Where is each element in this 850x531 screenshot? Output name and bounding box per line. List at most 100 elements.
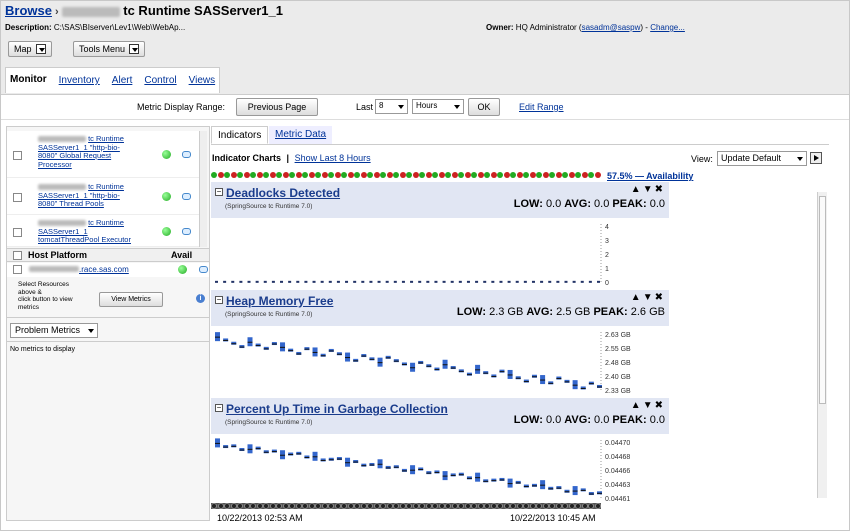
resource-link[interactable]: tc Runtime SASServer1_1 "http-bio- 8080"… <box>38 182 124 209</box>
resource-checkbox[interactable] <box>13 151 22 160</box>
host-select-all-checkbox[interactable] <box>13 251 22 260</box>
problem-metrics-select[interactable]: Problem Metrics <box>10 323 98 338</box>
availability-link[interactable]: 57.5% — Availability <box>607 171 693 181</box>
move-down-icon[interactable]: ▼ <box>643 184 655 195</box>
data-point <box>491 478 497 482</box>
list-item[interactable]: tc Runtime SASServer1_1 "http-bio- 8080"… <box>7 181 199 215</box>
breadcrumb-browse-link[interactable]: Browse <box>5 3 52 18</box>
comment-icon[interactable] <box>182 193 191 200</box>
chart-subtitle: (SpringSource tc Runtime 7.0) <box>225 203 313 210</box>
collapse-icon[interactable]: − <box>215 188 223 196</box>
timeline-dot <box>464 503 471 509</box>
data-point-average <box>491 480 497 482</box>
timeline-dot <box>386 503 393 509</box>
move-up-icon[interactable]: ▲ <box>631 292 643 303</box>
availability-dot <box>256 172 263 178</box>
chart-title[interactable]: Deadlocks Detected <box>226 186 340 200</box>
move-up-icon[interactable]: ▲ <box>631 184 643 195</box>
resource-line[interactable]: Processor <box>38 160 72 169</box>
host-platform-label: Host Platform <box>28 250 88 260</box>
chart-subtitle: (SpringSource tc Runtime 7.0) <box>225 419 313 426</box>
data-point-average <box>564 381 570 383</box>
availability-dot <box>406 172 413 178</box>
map-menu-button[interactable]: Map <box>8 41 52 57</box>
resource-line[interactable]: tomcatThreadPool Executor <box>38 235 131 244</box>
move-down-icon[interactable]: ▼ <box>643 292 655 303</box>
timeline-dot <box>588 503 595 509</box>
remove-icon[interactable]: ✖ <box>655 292 665 303</box>
move-down-icon[interactable]: ▼ <box>643 400 655 411</box>
resource-checkbox[interactable] <box>13 193 22 202</box>
comment-icon[interactable] <box>182 228 191 235</box>
tab-metric-data[interactable]: Metric Data <box>269 126 333 144</box>
tools-menu-button[interactable]: Tools Menu <box>73 41 146 57</box>
chart-title[interactable]: Heap Memory Free <box>226 294 333 308</box>
view-metrics-button[interactable]: View Metrics <box>99 292 163 307</box>
timeline-dot <box>536 503 543 509</box>
data-point-average <box>320 459 326 461</box>
tab-inventory[interactable]: Inventory <box>59 75 100 86</box>
timeline-dot <box>581 503 588 509</box>
tab-control[interactable]: Control <box>144 75 176 86</box>
owner-user-link[interactable]: sasadm@saspw <box>582 23 641 32</box>
tab-indicators[interactable]: Indicators <box>211 126 269 144</box>
resource-line[interactable]: 8080" Thread Pools <box>38 199 104 208</box>
data-point-average <box>353 360 359 362</box>
play-icon[interactable] <box>810 152 822 164</box>
host-checkbox[interactable] <box>13 265 22 274</box>
chart-scrollbar[interactable] <box>817 192 827 498</box>
list-item[interactable]: tc Runtime SASServer1_1 "http-bio- 8080"… <box>7 134 199 178</box>
chart-title[interactable]: Percent Up Time in Garbage Collection <box>226 402 448 416</box>
change-owner-link[interactable]: Change... <box>650 23 685 32</box>
unit-select[interactable]: Hours <box>412 99 464 114</box>
data-point <box>401 280 405 283</box>
resource-link[interactable]: tc Runtime SASServer1_1 "http-bio- 8080"… <box>38 134 124 169</box>
previous-page-label: Previous Page <box>247 102 307 112</box>
no-metrics-text: No metrics to display <box>10 346 75 353</box>
comment-icon[interactable] <box>182 151 191 158</box>
tab-monitor[interactable]: Monitor <box>10 74 47 87</box>
tab-views[interactable]: Views <box>189 75 216 86</box>
list-item[interactable]: tc Runtime SASServer1_1 tomcatThreadPool… <box>7 217 199 247</box>
list-item[interactable]: .race.sas.com <box>7 263 209 277</box>
remove-icon[interactable]: ✖ <box>655 400 665 411</box>
scroll-thumb[interactable] <box>819 196 826 404</box>
data-point <box>531 483 537 487</box>
data-point-average <box>296 353 302 355</box>
move-up-icon[interactable]: ▲ <box>631 400 643 411</box>
remove-icon[interactable]: ✖ <box>655 184 665 195</box>
availability-dot <box>308 172 315 178</box>
data-point-average <box>564 491 570 493</box>
info-icon[interactable]: i <box>196 294 205 303</box>
previous-page-button[interactable]: Previous Page <box>236 98 318 116</box>
timeline-dot <box>289 503 296 509</box>
resource-line[interactable]: tc Runtime <box>88 218 124 227</box>
tab-alert[interactable]: Alert <box>112 75 133 86</box>
data-point <box>320 458 326 462</box>
resource-link[interactable]: tc Runtime SASServer1_1 tomcatThreadPool… <box>38 218 131 245</box>
resource-checkbox[interactable] <box>13 228 22 237</box>
edit-range-link[interactable]: Edit Range <box>519 102 564 112</box>
host-link[interactable]: .race.sas.com <box>79 265 129 274</box>
comment-icon[interactable] <box>199 266 208 273</box>
data-point-average <box>223 339 229 341</box>
view-select[interactable]: Update Default <box>717 151 807 166</box>
availability-dot <box>334 172 341 178</box>
collapse-icon[interactable]: − <box>215 404 223 412</box>
availability-dot <box>529 172 536 178</box>
data-point-average <box>597 492 602 494</box>
chart-header: − Deadlocks Detected (SpringSource tc Runt… <box>211 182 669 218</box>
availability-dot <box>581 172 588 178</box>
availability-dot <box>282 172 289 178</box>
help-line: click button to view <box>18 296 73 303</box>
last-count-select[interactable]: 8 <box>375 99 408 114</box>
low-value: 0.0 <box>545 198 562 210</box>
chart-stats: LOW: 0.0 AVG: 0.0 PEAK: 0.0 <box>514 198 665 210</box>
ok-button[interactable]: OK <box>468 98 500 116</box>
collapse-icon[interactable]: − <box>215 296 223 304</box>
data-point-average <box>523 486 529 488</box>
owner: Owner: HQ Administrator (sasadm@saspw) -… <box>486 23 685 32</box>
data-point <box>247 280 251 283</box>
show-last-link[interactable]: Show Last 8 Hours <box>295 153 371 163</box>
resource-list-scrollbar[interactable] <box>199 131 207 247</box>
